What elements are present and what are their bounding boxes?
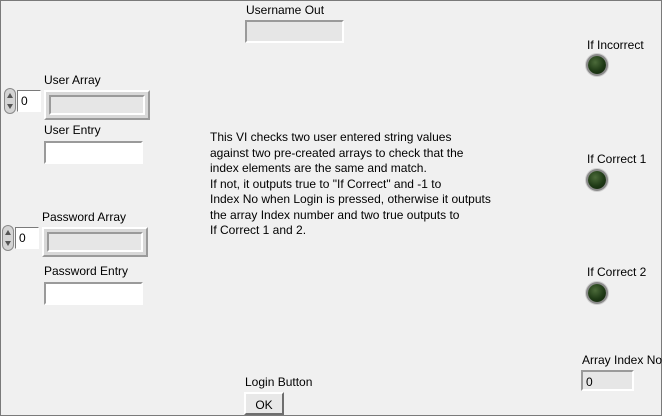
- if-correct-1-label: If Correct 1: [587, 152, 647, 166]
- password-array-index-spinner[interactable]: [2, 225, 14, 251]
- user-entry-field[interactable]: [44, 141, 143, 164]
- array-index-no-label: Array Index No: [582, 353, 662, 367]
- vi-description: This VI checks two user entered string v…: [210, 130, 491, 237]
- decrement-arrow-icon[interactable]: [7, 104, 13, 109]
- if-correct-1-led-icon: [588, 171, 606, 189]
- user-array-element: [49, 95, 145, 115]
- user-array-index-spinner[interactable]: [4, 88, 16, 114]
- decrement-arrow-icon[interactable]: [5, 241, 11, 246]
- if-correct-2-led-icon: [588, 284, 606, 302]
- user-array-frame: [44, 90, 150, 120]
- login-button-label: Login Button: [245, 375, 313, 389]
- increment-arrow-icon[interactable]: [7, 93, 13, 98]
- password-array-index-input[interactable]: 0: [15, 227, 39, 249]
- password-array-label: Password Array: [42, 210, 127, 224]
- login-ok-button[interactable]: OK: [244, 392, 284, 415]
- user-entry-label: User Entry: [44, 123, 101, 137]
- increment-arrow-icon[interactable]: [5, 230, 11, 235]
- if-incorrect-led-icon: [588, 56, 606, 74]
- password-array-element: [47, 232, 143, 252]
- user-array-label: User Array: [44, 73, 101, 87]
- if-incorrect-label: If Incorrect: [587, 38, 644, 52]
- password-array-frame: [42, 227, 148, 257]
- array-index-no-indicator: 0: [581, 370, 634, 391]
- password-entry-label: Password Entry: [44, 264, 129, 278]
- if-correct-2-label: If Correct 2: [587, 265, 647, 279]
- username-out-indicator: [245, 20, 344, 43]
- user-array-index-input[interactable]: 0: [17, 90, 41, 112]
- password-entry-field[interactable]: [44, 282, 143, 305]
- username-out-label: Username Out: [246, 3, 325, 17]
